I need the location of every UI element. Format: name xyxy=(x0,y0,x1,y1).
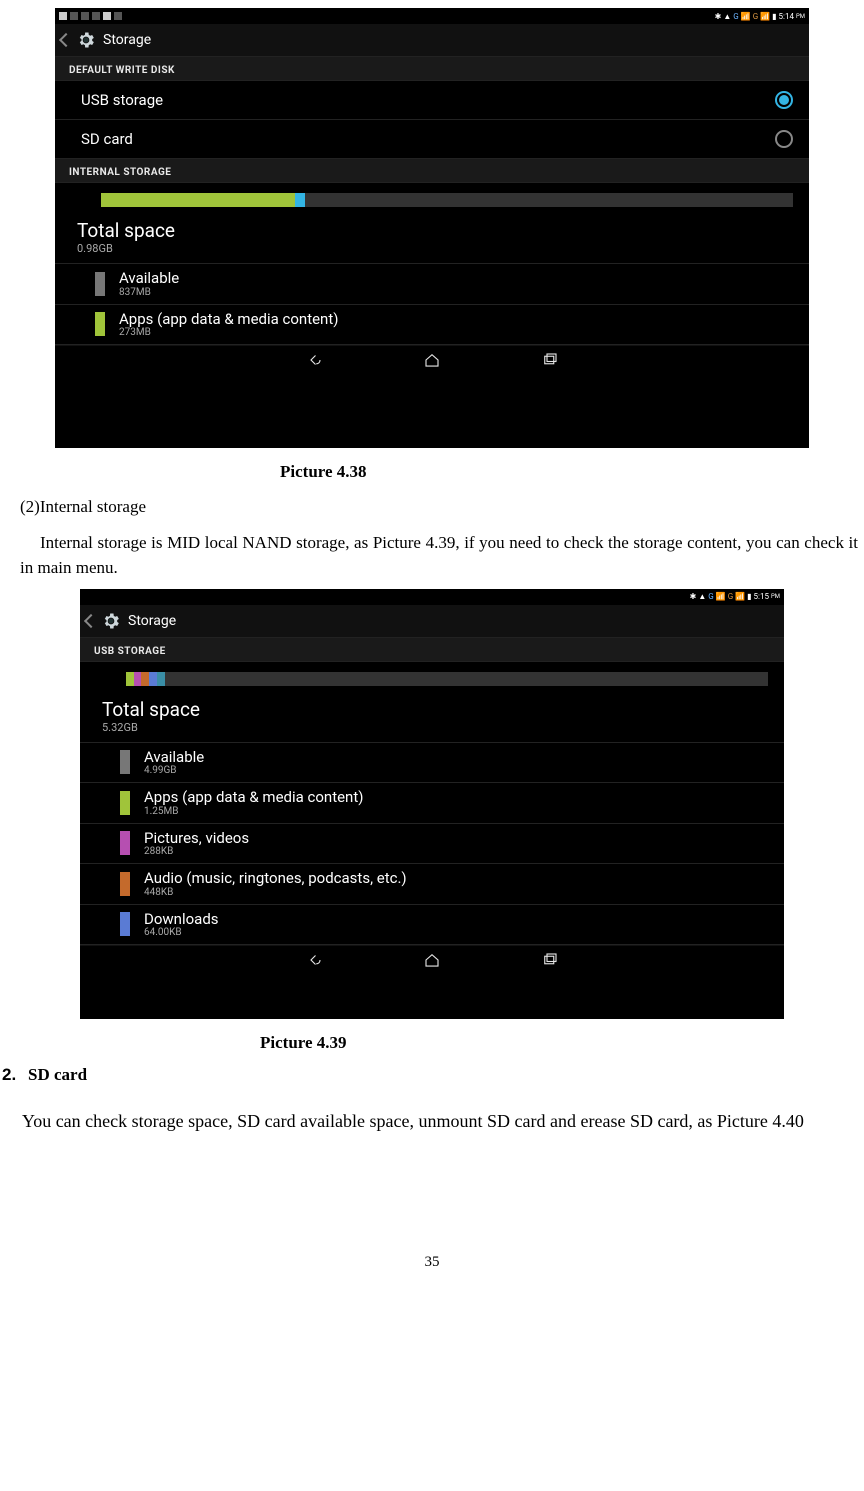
category-swatch xyxy=(120,750,130,774)
titlebar: Storage xyxy=(55,24,809,57)
bluetooth-icon: ✱ xyxy=(715,12,722,21)
category-swatch xyxy=(120,791,130,815)
titlebar: Storage xyxy=(80,605,784,638)
wifi-icon: ▲ xyxy=(698,592,706,601)
usage-segment xyxy=(101,193,295,207)
home-nav-icon[interactable] xyxy=(423,351,441,369)
home-nav-icon[interactable] xyxy=(423,951,441,969)
list-number: 2. xyxy=(0,1065,28,1085)
storage-category-row[interactable]: Downloads64.00KB xyxy=(80,905,784,946)
usage-bar-internal xyxy=(101,193,793,207)
back-icon[interactable] xyxy=(84,613,98,627)
paragraph-sd-card-body: You can check storage space, SD card ava… xyxy=(0,1103,864,1134)
total-space-label: Total space xyxy=(77,219,793,242)
clock-time: 5:15 xyxy=(754,592,769,601)
category-title: Available xyxy=(119,270,179,287)
usage-bar-usb xyxy=(126,672,768,686)
settings-icon[interactable] xyxy=(75,29,97,51)
page-title: Storage xyxy=(103,32,151,48)
battery-icon: ▮ xyxy=(747,592,751,601)
section-default-write-disk: DEFAULT WRITE DISK xyxy=(55,57,809,81)
paragraph-internal-storage-body: Internal storage is MID local NAND stora… xyxy=(0,530,864,581)
row-usb-storage[interactable]: USB storage xyxy=(55,81,809,120)
page-number: 35 xyxy=(0,1254,864,1271)
net-g-1: G xyxy=(733,12,738,21)
net-g-2: G xyxy=(753,12,758,21)
storage-category-row[interactable]: Audio (music, ringtones, podcasts, etc.)… xyxy=(80,864,784,905)
usb-storage-label: USB storage xyxy=(81,91,163,109)
wifi-icon: ▲ xyxy=(723,12,731,21)
status-bar: ✱ ▲ G 📶 G 📶 ▮ 5:15 PM xyxy=(80,589,784,605)
category-title: Downloads xyxy=(144,911,219,928)
status-bar: ✱ ▲ G 📶 G 📶 ▮ 5:14 PM xyxy=(55,8,809,24)
category-title: Audio (music, ringtones, podcasts, etc.) xyxy=(144,870,407,887)
settings-icon[interactable] xyxy=(100,610,122,632)
category-value: 64.00KB xyxy=(144,927,219,938)
usage-segment xyxy=(295,193,305,207)
storage-category-row[interactable]: Apps (app data & media content)1.25MB xyxy=(80,783,784,824)
back-icon[interactable] xyxy=(59,33,73,47)
category-value: 837MB xyxy=(119,287,179,298)
storage-category-row[interactable]: Pictures, videos288KB xyxy=(80,824,784,865)
back-nav-icon[interactable] xyxy=(305,951,323,969)
recent-nav-icon[interactable] xyxy=(541,351,559,369)
category-title: Apps (app data & media content) xyxy=(119,311,338,328)
caption-4-38: Picture 4.38 xyxy=(280,462,864,482)
total-space-value: 5.32GB xyxy=(102,721,768,734)
category-swatch xyxy=(95,272,105,296)
paragraph-internal-storage-heading: (2)Internal storage xyxy=(0,494,864,520)
bluetooth-icon: ✱ xyxy=(690,592,697,601)
navigation-bar xyxy=(55,345,809,374)
category-value: 4.99GB xyxy=(144,765,204,776)
usage-segment xyxy=(157,672,165,686)
sd-card-label: SD card xyxy=(81,130,133,148)
category-value: 273MB xyxy=(119,327,338,338)
usage-segment xyxy=(126,672,134,686)
category-title: Apps (app data & media content) xyxy=(144,789,363,806)
row-total-space[interactable]: Total space 0.98GB xyxy=(55,217,809,264)
storage-category-row[interactable]: Apps (app data & media content)273MB xyxy=(55,305,809,346)
usage-segment xyxy=(141,672,149,686)
list-item-sd-card: 2. SD card xyxy=(0,1065,864,1085)
list-label: SD card xyxy=(28,1065,87,1085)
category-value: 448KB xyxy=(144,887,407,898)
category-value: 1.25MB xyxy=(144,806,363,817)
back-nav-icon[interactable] xyxy=(305,351,323,369)
navigation-bar xyxy=(80,945,784,974)
clock-suffix: PM xyxy=(796,13,805,20)
clock-time: 5:14 xyxy=(779,12,794,21)
row-sd-card[interactable]: SD card xyxy=(55,120,809,159)
screenshot-4-38: ✱ ▲ G 📶 G 📶 ▮ 5:14 PM Storage DEFAULT WR… xyxy=(55,8,809,448)
category-swatch xyxy=(120,912,130,936)
category-swatch xyxy=(120,831,130,855)
caption-4-39: Picture 4.39 xyxy=(260,1033,864,1053)
clock-suffix: PM xyxy=(771,593,780,600)
recent-nav-icon[interactable] xyxy=(541,951,559,969)
screenshot-4-39: ✱ ▲ G 📶 G 📶 ▮ 5:15 PM Storage USB STORAG… xyxy=(80,589,784,1019)
category-swatch xyxy=(95,312,105,336)
battery-icon: ▮ xyxy=(772,12,776,21)
category-value: 288KB xyxy=(144,846,249,857)
radio-sd-card[interactable] xyxy=(775,130,793,148)
total-space-label: Total space xyxy=(102,698,768,721)
usage-segment xyxy=(134,672,142,686)
category-swatch xyxy=(120,872,130,896)
row-total-space[interactable]: Total space 5.32GB xyxy=(80,696,784,743)
category-title: Available xyxy=(144,749,204,766)
page-title: Storage xyxy=(128,613,176,629)
storage-category-row[interactable]: Available4.99GB xyxy=(80,743,784,784)
section-usb-storage: USB STORAGE xyxy=(80,638,784,662)
net-g-2: G xyxy=(728,592,733,601)
usage-segment xyxy=(149,672,157,686)
category-title: Pictures, videos xyxy=(144,830,249,847)
radio-usb-storage[interactable] xyxy=(775,91,793,109)
section-internal-storage: INTERNAL STORAGE xyxy=(55,159,809,183)
net-g-1: G xyxy=(708,592,713,601)
storage-category-row[interactable]: Available837MB xyxy=(55,264,809,305)
total-space-value: 0.98GB xyxy=(77,242,793,255)
